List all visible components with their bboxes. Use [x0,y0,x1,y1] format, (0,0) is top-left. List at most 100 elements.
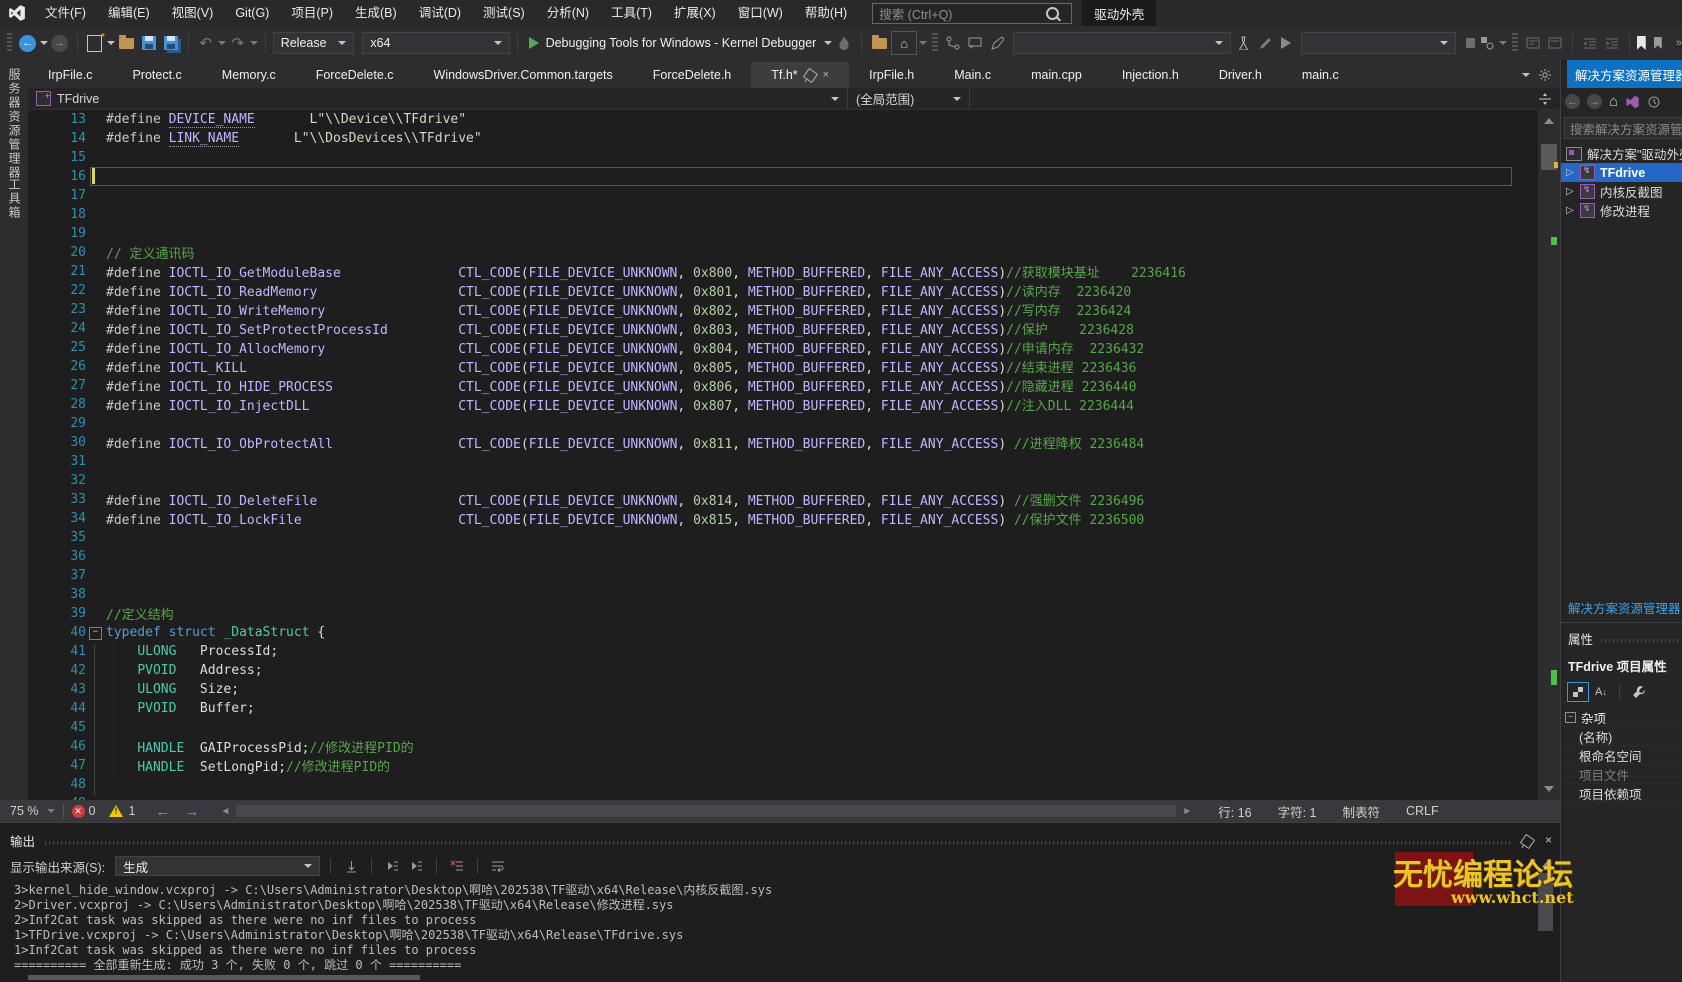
property-row[interactable]: (名称) [1561,727,1682,746]
code-line[interactable]: 34#define IOCTL_IO_LockFile CTL_CODE(FIL… [28,509,1538,528]
document-tab[interactable]: IrpFile.c [28,62,112,88]
next-bookmark-icon[interactable] [1648,32,1668,54]
code-line[interactable]: 17 [28,186,1538,205]
switch-views-icon[interactable] [1625,95,1640,109]
document-tab[interactable]: Injection.h [1102,62,1199,88]
code-line[interactable]: 38 [28,585,1538,604]
compare-branch-icon[interactable] [943,32,963,54]
increase-indent-icon[interactable] [1602,32,1622,54]
new-project-dropdown-icon[interactable] [107,41,115,45]
quick-search-box[interactable]: 搜索 (Ctrl+Q) [872,3,1072,24]
redo-dropdown-icon[interactable] [250,41,258,45]
home-icon[interactable]: ⌂ [1609,93,1618,110]
project-scope-combo[interactable]: TFdrive [28,88,848,109]
platform-combo[interactable]: x64 [362,32,509,54]
zoom-dropdown-icon[interactable] [47,809,55,813]
property-pages-wrench-icon[interactable] [1632,685,1646,699]
forward-icon[interactable]: → [1587,94,1602,109]
code-line[interactable]: 44 PVOID Buffer; [28,699,1538,718]
back-icon[interactable]: ← [1565,94,1580,109]
menu-item[interactable]: 帮助(H) [794,0,858,26]
tab-list-chevron-icon[interactable] [1522,73,1530,77]
open-file-button[interactable] [117,32,137,54]
toolbar-grip[interactable] [7,33,12,53]
configuration-combo[interactable]: Release [273,32,355,54]
navigate-back-dropdown-icon[interactable] [40,41,48,45]
start-debugging-button[interactable]: Debugging Tools for Windows - Kernel Deb… [546,36,817,50]
code-line[interactable]: 31 [28,452,1538,471]
code-line[interactable]: 37 [28,566,1538,585]
close-icon[interactable]: × [823,70,829,81]
secondary-combo[interactable] [1301,32,1456,54]
goto-next-message-icon[interactable] [406,857,426,875]
code-line[interactable]: 35 [28,528,1538,547]
warning-count[interactable]: 1 [128,804,135,818]
navigate-backward-icon[interactable]: ← [155,803,170,820]
tree-item-project[interactable]: ▷TFdrive [1561,163,1682,182]
expander-icon[interactable]: ▷ [1566,167,1578,178]
categorized-view-icon[interactable] [1567,682,1589,702]
start-debugging-icon[interactable] [529,37,539,49]
new-project-button[interactable]: * [85,32,105,54]
code-line[interactable]: 28#define IOCTL_IO_InjectDLL CTL_CODE(FI… [28,395,1538,414]
goto-prev-message-icon[interactable] [382,857,402,875]
code-line[interactable]: 29 [28,414,1538,433]
document-tab[interactable]: Main.c [934,62,1011,88]
expander-icon[interactable]: ▷ [1566,186,1578,197]
property-row[interactable]: 项目依赖项 [1561,784,1682,803]
code-line[interactable]: 22#define IOCTL_IO_ReadMemory CTL_CODE(F… [28,281,1538,300]
code-line[interactable]: 18 [28,205,1538,224]
scope-combo[interactable]: (全局范围) [848,88,970,109]
navigate-forward-icon[interactable]: → [184,803,199,820]
code-line[interactable]: 27#define IOCTL_IO_HIDE_PROCESS CTL_CODE… [28,376,1538,395]
document-tab[interactable]: IrpFile.h [849,62,934,88]
code-line[interactable]: 16 [28,167,1538,186]
alphabetical-sort-icon[interactable]: A↓ [1595,686,1607,698]
code-line[interactable]: 25#define IOCTL_IO_AllocMemory CTL_CODE(… [28,338,1538,357]
tree-item-solution[interactable]: 解决方案"驱动外壳" [1561,144,1682,163]
redo-button[interactable]: ↷ [228,32,248,54]
error-count[interactable]: 0 [89,804,96,818]
document-tab[interactable]: main.cpp [1011,62,1102,88]
hot-reload-icon[interactable] [834,32,854,54]
save-button[interactable] [139,32,159,54]
pin-icon[interactable] [803,67,818,82]
code-line[interactable]: 47 HANDLE SetLongPid;//修改进程PID的 [28,756,1538,775]
menu-item[interactable]: 生成(B) [344,0,408,26]
tool-tab-server-explorer[interactable]: 服务器资源管理器 [6,68,23,180]
process-selection-icon[interactable] [1477,32,1497,54]
expander-icon[interactable]: ▷ [1566,205,1578,216]
toggle-bookmark-icon[interactable] [1637,36,1646,50]
code-line[interactable]: 39//定义结构 [28,604,1538,623]
hscroll-left-icon[interactable]: ◄ [220,806,230,817]
start-dropdown-icon[interactable] [824,41,832,45]
code-line[interactable]: 23#define IOCTL_IO_WriteMemory CTL_CODE(… [28,300,1538,319]
navigate-forward-button[interactable]: → [50,32,70,54]
document-tab[interactable]: Tf.h*× [751,62,849,88]
editor-vertical-scrollbar[interactable] [1538,110,1560,800]
toolbar-overflow-icon[interactable]: » [1676,37,1682,49]
code-line[interactable]: 46 HANDLE GAIProcessPid;//修改进程PID的 [28,737,1538,756]
author-edit-icon[interactable] [987,32,1007,54]
code-line[interactable]: 26#define IOCTL_KILL CTL_CODE(FILE_DEVIC… [28,357,1538,376]
document-tab[interactable]: WindowsDriver.Common.targets [414,62,633,88]
find-in-files-button[interactable] [869,32,889,54]
document-tab[interactable]: ForceDelete.c [296,62,414,88]
menu-item[interactable]: 测试(S) [472,0,536,26]
feedback-icon[interactable] [965,32,985,54]
run-tests-icon[interactable] [1281,37,1291,49]
output-hscrollbar-thumb[interactable] [28,975,420,980]
property-row[interactable]: 根命名空间 [1561,746,1682,765]
navigate-back-button[interactable]: ← [17,32,37,54]
word-wrap-icon[interactable] [488,857,508,875]
code-line[interactable]: 21#define IOCTL_IO_GetModuleBase CTL_COD… [28,262,1538,281]
scroll-down-icon[interactable] [1544,786,1554,792]
code-line[interactable]: 33#define IOCTL_IO_DeleteFile CTL_CODE(F… [28,490,1538,509]
document-tab[interactable]: ForceDelete.h [633,62,752,88]
close-icon[interactable]: × [1545,833,1552,847]
hscroll-right-icon[interactable]: ► [1182,806,1192,817]
output-log[interactable]: 3>kernel_hide_window.vcxproj -> C:\Users… [0,879,1560,973]
tool-tab-toolbox[interactable]: 工具箱 [6,178,23,220]
pin-icon[interactable] [1520,833,1535,848]
undo-button[interactable]: ↶ [196,32,216,54]
